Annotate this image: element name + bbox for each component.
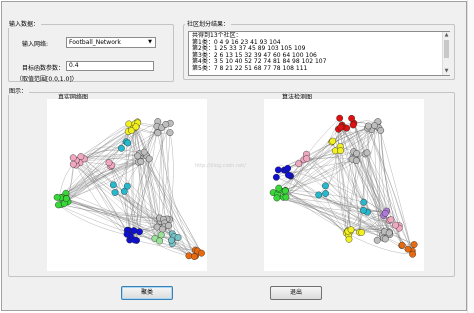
network-node — [105, 159, 113, 167]
scroll-thumb[interactable] — [444, 40, 449, 58]
network-node — [174, 234, 182, 241]
network-node — [381, 209, 389, 217]
network-node — [118, 144, 125, 152]
network-node — [315, 191, 323, 199]
network-node — [137, 158, 145, 166]
network-node — [353, 150, 361, 157]
network-node — [410, 241, 418, 248]
window-edge — [467, 0, 474, 313]
network-node — [352, 157, 360, 165]
network-node — [140, 148, 148, 156]
network-node — [387, 216, 395, 224]
network-node — [190, 253, 198, 261]
network-node — [272, 173, 280, 181]
network-node — [360, 198, 368, 206]
input-data-title: 输入数据： — [7, 19, 42, 28]
true-network-plot — [47, 99, 207, 271]
cluster-button[interactable]: 聚类 — [121, 286, 173, 300]
network-node — [347, 226, 355, 234]
network-node — [363, 149, 371, 157]
network-node — [336, 114, 344, 122]
network-node — [385, 229, 393, 237]
network-node — [55, 201, 62, 209]
network-node — [165, 222, 172, 230]
network-node — [360, 206, 367, 214]
network-node — [404, 245, 412, 253]
chevron-down-icon[interactable]: ▼ — [146, 39, 154, 46]
network-node — [109, 181, 117, 189]
network-node — [166, 129, 174, 137]
network-node — [377, 127, 385, 134]
network-node — [398, 241, 406, 249]
network-node — [322, 182, 329, 190]
network-node — [275, 184, 283, 192]
result-title: 社区划分结果： — [185, 19, 232, 28]
network-edge — [277, 124, 354, 195]
network-node — [392, 221, 399, 229]
network-edge — [380, 130, 392, 220]
network-node — [145, 155, 153, 163]
network-node — [168, 236, 175, 244]
network-node — [373, 236, 381, 244]
network-node — [409, 250, 417, 258]
network-node — [69, 160, 77, 168]
result-textarea[interactable]: 共得到13个社区： 第1类：0 4 9 16 23 41 93 104 第2类：… — [188, 31, 450, 76]
network-node — [337, 147, 344, 155]
main-window: 输入数据： 输入网络: Football_Network ▼ 目标函数参数： 0… — [1, 1, 467, 311]
scroll-up-icon[interactable]: ▲ — [443, 32, 450, 39]
network-node — [348, 114, 355, 122]
watermark: http://blog.csdn.net/ — [195, 163, 246, 169]
network-label: 输入网络: — [22, 41, 49, 48]
network-node — [111, 189, 119, 196]
network-node — [136, 228, 143, 236]
network-node — [281, 187, 289, 195]
figure-title: 图示： — [7, 86, 30, 95]
network-node — [273, 194, 281, 202]
network-node — [337, 123, 345, 131]
network-node — [284, 171, 292, 179]
network-select-value: Football_Network — [69, 39, 121, 46]
result-line: 第5类：7 8 21 22 51 68 77 78 108 111 — [192, 64, 308, 72]
network-node — [329, 137, 337, 145]
network-node — [69, 154, 77, 162]
network-node — [349, 121, 357, 129]
network-node — [371, 122, 378, 129]
param-label: 目标函数参数： — [22, 65, 65, 72]
detected-network-plot — [264, 99, 424, 271]
network-node — [284, 164, 292, 172]
network-node — [364, 122, 372, 130]
network-select[interactable]: Football_Network ▼ — [66, 37, 156, 48]
network-node — [322, 190, 329, 197]
network-node — [282, 193, 290, 201]
param-input[interactable]: 0.4 — [66, 61, 154, 71]
network-node — [358, 229, 365, 236]
network-node — [162, 120, 170, 128]
network-node — [345, 235, 353, 243]
scroll-down-icon[interactable]: ▼ — [443, 68, 450, 75]
network-node — [124, 139, 132, 147]
network-node — [123, 230, 131, 238]
network-node — [295, 160, 303, 168]
network-node — [154, 129, 162, 137]
network-node — [157, 231, 165, 239]
network-node — [134, 152, 142, 160]
result-scrollbar[interactable]: ▲ ▼ — [442, 32, 450, 75]
network-node — [132, 123, 140, 131]
network-node — [156, 237, 163, 245]
network-node — [120, 187, 128, 195]
network-node — [53, 193, 61, 201]
network-node — [159, 225, 166, 233]
network-node — [274, 166, 282, 174]
network-node — [303, 155, 311, 162]
param-range-note: （取值范围[0.0,1.0]） — [16, 76, 78, 83]
network-node — [77, 153, 85, 160]
network-node — [198, 249, 205, 257]
exit-button[interactable]: 退出 — [270, 286, 322, 300]
network-node — [62, 195, 70, 203]
